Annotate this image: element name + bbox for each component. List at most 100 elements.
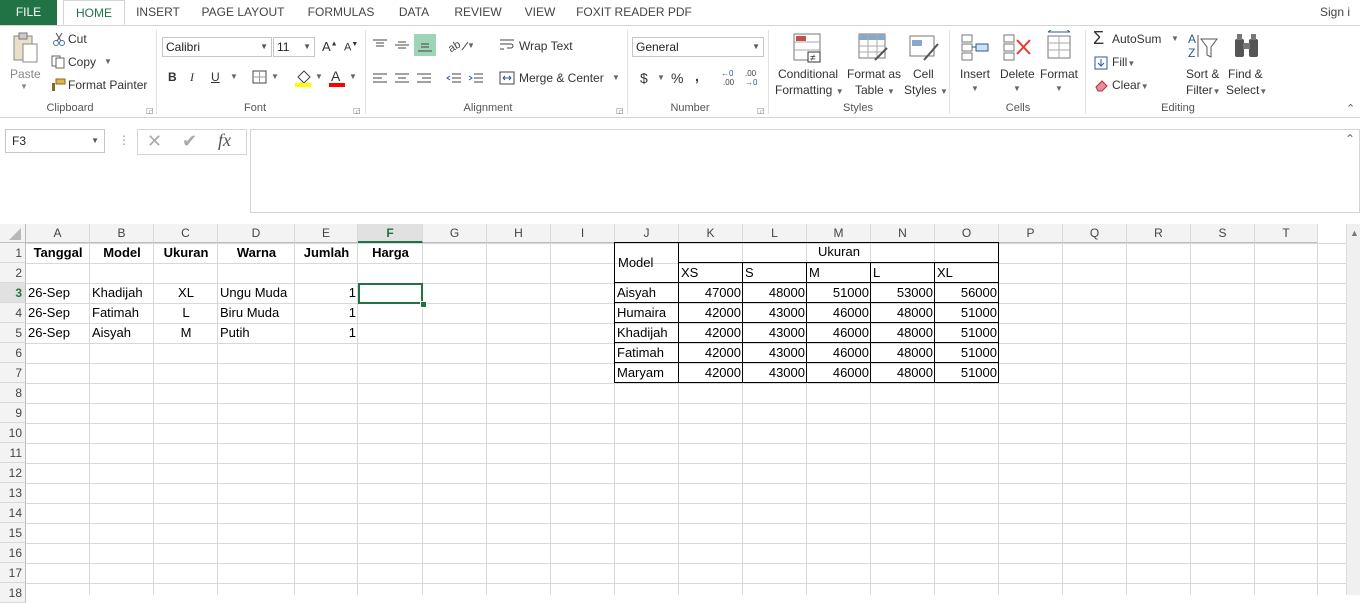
- cut-button[interactable]: Cut: [68, 32, 87, 46]
- enter-check-icon[interactable]: ✔: [182, 131, 197, 152]
- header-cell-warna[interactable]: Warna: [220, 243, 293, 263]
- row-header-11[interactable]: 11: [0, 443, 26, 463]
- top-align-icon[interactable]: [372, 38, 388, 55]
- font-size-select[interactable]: 11 ▼: [273, 37, 315, 57]
- tab-view[interactable]: VIEW: [518, 0, 562, 25]
- row-header-4[interactable]: 4: [0, 303, 26, 323]
- autosum-icon[interactable]: Σ: [1093, 28, 1104, 49]
- format-dropdown-icon[interactable]: ▼: [1055, 84, 1063, 93]
- data-cell[interactable]: 26-Sep: [28, 303, 88, 323]
- column-header-l[interactable]: L: [743, 224, 807, 243]
- row-header-17[interactable]: 17: [0, 563, 26, 583]
- price-cell[interactable]: 42000: [681, 343, 741, 363]
- underline-button[interactable]: U: [211, 70, 220, 84]
- price-cell[interactable]: 46000: [809, 323, 869, 343]
- price-cell[interactable]: 43000: [745, 303, 805, 323]
- price-cell[interactable]: 51000: [809, 283, 869, 303]
- name-box[interactable]: F3 ▼: [5, 129, 105, 153]
- insert-cells-icon[interactable]: [960, 32, 990, 65]
- price-table-model-header[interactable]: Model: [618, 253, 653, 273]
- price-table-model[interactable]: Aisyah: [617, 283, 677, 303]
- fill-icon[interactable]: [1094, 56, 1108, 73]
- fill-color-icon[interactable]: [294, 68, 314, 91]
- sign-in-link[interactable]: Sign i: [1320, 0, 1360, 25]
- header-cell-harga[interactable]: Harga: [360, 243, 421, 263]
- decrease-decimal-icon[interactable]: .00 →0: [744, 68, 762, 89]
- format-as-table-label-2[interactable]: Table ▼: [855, 83, 895, 97]
- column-header-q[interactable]: Q: [1063, 224, 1127, 243]
- data-cell[interactable]: Biru Muda: [220, 303, 293, 323]
- row-header-1[interactable]: 1: [0, 243, 26, 263]
- insert-cells-button[interactable]: Insert: [960, 67, 990, 81]
- row-header-3[interactable]: 3: [0, 283, 26, 303]
- decrease-indent-icon[interactable]: [446, 72, 462, 89]
- column-header-p[interactable]: P: [999, 224, 1063, 243]
- insert-dropdown-icon[interactable]: ▼: [971, 84, 979, 93]
- price-cell[interactable]: 51000: [937, 303, 997, 323]
- data-cell[interactable]: 26-Sep: [28, 283, 88, 303]
- row-header-16[interactable]: 16: [0, 543, 26, 563]
- column-header-b[interactable]: B: [90, 224, 154, 243]
- data-cell[interactable]: 1: [297, 303, 356, 323]
- header-cell-ukuran[interactable]: Ukuran: [156, 243, 216, 263]
- vertical-scrollbar[interactable]: ▲: [1346, 224, 1360, 595]
- merge-center-icon[interactable]: [499, 71, 515, 88]
- format-as-table-button[interactable]: Format as: [847, 67, 901, 81]
- delete-cells-button[interactable]: Delete: [1000, 67, 1035, 81]
- size-header-xl[interactable]: XL: [937, 263, 997, 283]
- percent-button[interactable]: %: [671, 70, 683, 86]
- price-table-model[interactable]: Maryam: [617, 363, 677, 383]
- size-header-m[interactable]: M: [809, 263, 869, 283]
- price-cell[interactable]: 48000: [745, 283, 805, 303]
- binoculars-icon[interactable]: [1232, 31, 1262, 66]
- size-header-l[interactable]: L: [873, 263, 933, 283]
- row-header-8[interactable]: 8: [0, 383, 26, 403]
- number-launcher-icon[interactable]: ◲: [757, 106, 765, 115]
- tab-home[interactable]: HOME: [63, 0, 125, 25]
- row-header-7[interactable]: 7: [0, 363, 26, 383]
- column-header-r[interactable]: R: [1127, 224, 1191, 243]
- price-table-model[interactable]: Humaira: [617, 303, 677, 323]
- font-color-dropdown-icon[interactable]: ▼: [349, 72, 357, 81]
- copy-button[interactable]: Copy: [68, 55, 96, 69]
- middle-align-icon[interactable]: [394, 38, 410, 55]
- data-cell[interactable]: 1: [297, 323, 356, 343]
- column-header-s[interactable]: S: [1191, 224, 1255, 243]
- row-header-10[interactable]: 10: [0, 423, 26, 443]
- column-header-n[interactable]: N: [871, 224, 935, 243]
- size-header-s[interactable]: S: [745, 263, 805, 283]
- column-header-a[interactable]: A: [26, 224, 90, 243]
- column-header-o[interactable]: O: [935, 224, 999, 243]
- format-as-table-icon[interactable]: [857, 32, 889, 67]
- format-painter-icon[interactable]: [50, 78, 66, 95]
- column-header-g[interactable]: G: [423, 224, 487, 243]
- find-select-button[interactable]: Find &: [1228, 67, 1263, 81]
- sort-filter-icon[interactable]: AZ: [1187, 31, 1219, 66]
- tab-page-layout[interactable]: PAGE LAYOUT: [196, 0, 290, 25]
- price-cell[interactable]: 42000: [681, 363, 741, 383]
- font-launcher-icon[interactable]: ◲: [353, 106, 361, 115]
- price-cell[interactable]: 51000: [937, 363, 997, 383]
- autosum-dropdown-icon[interactable]: ▼: [1171, 34, 1179, 43]
- conditional-formatting-icon[interactable]: ≠: [792, 32, 824, 67]
- grow-font-button[interactable]: A▲: [322, 39, 338, 54]
- wrap-text-icon[interactable]: [499, 38, 515, 55]
- row-header-15[interactable]: 15: [0, 523, 26, 543]
- data-cell[interactable]: Fatimah: [92, 303, 152, 323]
- select-all-button[interactable]: [0, 224, 26, 243]
- borders-icon[interactable]: [252, 70, 268, 87]
- price-cell[interactable]: 48000: [873, 303, 933, 323]
- header-cell-tanggal[interactable]: Tanggal: [28, 243, 88, 263]
- align-right-icon[interactable]: [416, 72, 432, 89]
- clear-button[interactable]: Clear▼: [1112, 78, 1149, 92]
- merge-dropdown-icon[interactable]: ▼: [612, 73, 620, 82]
- increase-decimal-icon[interactable]: ←0.00: [721, 68, 739, 89]
- price-cell[interactable]: 43000: [745, 343, 805, 363]
- price-cell[interactable]: 46000: [809, 363, 869, 383]
- price-cell[interactable]: 46000: [809, 303, 869, 323]
- price-cell[interactable]: 43000: [745, 363, 805, 383]
- increase-indent-icon[interactable]: [468, 72, 484, 89]
- comma-button[interactable]: ,: [695, 68, 699, 84]
- clear-eraser-icon[interactable]: [1094, 78, 1108, 95]
- tab-formulas[interactable]: FORMULAS: [302, 0, 380, 25]
